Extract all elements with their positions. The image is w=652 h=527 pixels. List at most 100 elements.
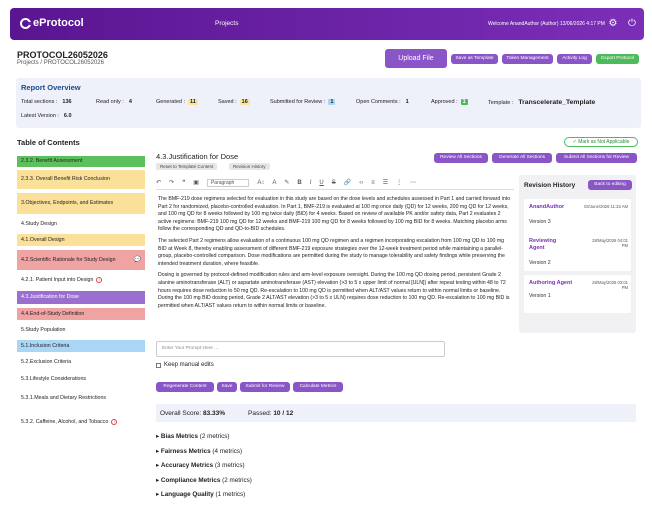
toc-item-4-1[interactable]: 4.1.Overall Design <box>17 234 145 246</box>
top-header: eProtocol Projects Welcome AnandAuthor (… <box>10 8 644 40</box>
undo-icon[interactable]: ↶ <box>156 179 161 186</box>
revision-entry[interactable]: Authoring Agent 28/May/2026 03:01 PM Ver… <box>524 275 631 313</box>
upload-file-button[interactable]: Upload File <box>385 49 447 68</box>
back-to-editing-button[interactable]: Back to editing <box>588 180 632 190</box>
link-icon[interactable]: 🔗 <box>344 179 351 186</box>
score-summary: Overall Score: 83.33% Passed: 10 / 12 <box>156 404 636 422</box>
page-title: PROTOCOL26052026 <box>17 50 108 60</box>
revision-history-panel: Revision History Back to editing AnandAu… <box>519 175 636 333</box>
passed-count: Passed: 10 / 12 <box>248 410 294 417</box>
stat-approved: Approved :1 <box>431 99 468 105</box>
stat-generated: Generated :11 <box>156 99 198 105</box>
toc-item-5-2[interactable]: 5.2.Exclusion Criteria <box>17 356 145 368</box>
toc-item-5[interactable]: 5.Study Population <box>17 324 145 336</box>
alert-icon: ! <box>111 419 118 425</box>
toc-item-5-3[interactable]: 5.3.Lifestyle Considerations <box>17 373 145 385</box>
generate-all-sections-button[interactable]: Generate All Sections <box>492 153 552 163</box>
keep-manual-edits[interactable]: Keep manual edits <box>156 362 214 368</box>
metric-group-compliance[interactable]: ▸ Compliance Metrics (2 metrics) <box>156 477 252 484</box>
code-icon[interactable]: ‹› <box>359 180 363 186</box>
section-title: 4.3.Justification for Dose <box>156 152 239 161</box>
comment-icon[interactable]: ▣ <box>193 179 199 186</box>
keep-edits-checkbox[interactable] <box>156 362 161 368</box>
stat-template: Template : Transcelerate_Template <box>488 99 596 106</box>
app-name: eProtocol <box>33 17 84 29</box>
toc-item-4-3-selected[interactable]: 4.3.Justification for Dose <box>17 291 145 304</box>
numbered-list-icon[interactable]: ⋮ <box>396 179 402 186</box>
toc-item-5-3-1[interactable]: 5.3.1.Meals and Dietary Restrictions <box>17 389 145 408</box>
toc-item-4-2[interactable]: 4.2.Scientific Rationale for Study Desig… <box>17 250 145 270</box>
toc-title: Table of Contents <box>17 138 80 147</box>
toc-item-5-3-2[interactable]: 5.3.2. Caffeine, Alcohol, and Tobacco! <box>17 412 145 432</box>
breadcrumb: Projects / PROTOCOL26052026 <box>17 60 104 66</box>
toc-item-3[interactable]: 3.Objectives, Endpoints, and Estimates <box>17 193 145 214</box>
revision-version: Version 2 <box>529 260 551 266</box>
stat-submitted-review: Submitted for Review :1 <box>270 99 336 105</box>
metric-group-fairness[interactable]: ▸ Fairness Metrics (4 metrics) <box>156 448 242 455</box>
editor-content[interactable]: The BMF-219 dose regimens selected for e… <box>158 196 512 336</box>
regenerate-content-button[interactable]: Regenerate Content <box>156 382 214 392</box>
stat-total-sections: Total sections :136 <box>21 99 72 105</box>
revision-date: 28/May/2026 04:01 PM <box>592 238 628 248</box>
paragraph-1: The BMF-219 dose regimens selected for e… <box>158 196 511 233</box>
comment-icon[interactable]: 💬 <box>134 257 141 264</box>
report-overview: Report Overview Total sections :136 Read… <box>16 78 641 128</box>
app-logo[interactable]: eProtocol <box>20 17 84 29</box>
calculate-metrics-button[interactable]: Calculate Metrics <box>293 382 343 392</box>
revision-entry[interactable]: AnandAuthor 03/June/2026 11:33 AM Versio… <box>524 199 631 237</box>
strikethrough-icon[interactable]: S <box>332 180 336 186</box>
stat-saved: Saved :16 <box>218 99 250 105</box>
overall-score: Overall Score: 83.33% <box>160 410 226 417</box>
paragraph-2: The selected Part 2 regimens allow evalu… <box>158 237 505 267</box>
logout-icon[interactable]: ⏻ <box>626 18 638 30</box>
stat-read-only: Read only :4 <box>96 99 132 105</box>
list-icon[interactable]: ☰ <box>383 179 388 186</box>
stat-latest-version: Latest Version :6.0 <box>21 113 72 119</box>
mark-not-applicable-button[interactable]: ✓ Mark as Not Applicable <box>564 137 638 147</box>
toc-item-2-3-2[interactable]: 2.3.2. Benefit Assessment <box>17 156 145 167</box>
metric-group-language[interactable]: ▸ Language Quality (1 metrics) <box>156 491 245 498</box>
toc-item-4-2-1[interactable]: 4.2.1. Patient Input into Design! <box>17 274 145 286</box>
font-color-icon[interactable]: A <box>272 180 276 186</box>
paragraph-style-select[interactable]: Paragraph <box>206 178 250 187</box>
align-icon[interactable]: ≡ <box>371 180 375 186</box>
paragraph-3: Dosing is governed by protocol-defined m… <box>158 272 510 309</box>
toc-item-2-3-3[interactable]: 2.3.3. Overall Benefit Risk Conclusion <box>17 170 145 189</box>
bold-icon[interactable]: B <box>297 180 301 186</box>
revision-history-tab[interactable]: Revision History <box>229 163 270 170</box>
revision-author: AnandAuthor <box>529 204 565 210</box>
review-all-sections-button[interactable]: Review All Sections <box>434 153 488 163</box>
metric-group-bias[interactable]: ▸ Bias Metrics (2 metrics) <box>156 433 230 440</box>
breadcrumb-current: PROTOCOL26052026 <box>43 60 104 66</box>
highlight-icon[interactable]: ✎ <box>284 179 289 186</box>
more-icon[interactable]: ⋯ <box>410 179 416 186</box>
redo-icon[interactable]: ↷ <box>169 179 174 186</box>
toc-item-5-1[interactable]: 5.1.Inclusion Criteria <box>17 340 145 352</box>
underline-icon[interactable]: U <box>319 180 323 186</box>
italic-icon[interactable]: I <box>310 180 312 186</box>
token-management-button[interactable]: Token Management <box>502 54 553 64</box>
revision-entry[interactable]: Reviewing Agent 28/May/2026 04:01 PM Ver… <box>524 233 631 271</box>
revision-author: Reviewing Agent <box>529 238 557 251</box>
toc-item-4[interactable]: 4.Study Design <box>17 218 145 230</box>
revision-version: Version 3 <box>529 219 551 225</box>
save-as-template-button[interactable]: Save as Template <box>451 54 498 64</box>
nav-projects-link[interactable]: Projects <box>215 20 238 27</box>
logo-icon <box>20 17 32 29</box>
export-protocol-button[interactable]: Export Protocol <box>596 54 639 64</box>
metric-group-accuracy[interactable]: ▸ Accuracy Metrics (3 metrics) <box>156 462 245 469</box>
save-button[interactable]: Save <box>217 382 237 392</box>
revision-author: Authoring Agent <box>529 280 573 286</box>
stat-open-comments: Open Comments :1 <box>356 99 409 105</box>
gear-icon[interactable]: ⚙ <box>607 18 619 30</box>
submit-all-sections-button[interactable]: Submit All Sections for Review <box>556 153 637 163</box>
breadcrumb-projects[interactable]: Projects <box>17 60 39 66</box>
activity-log-button[interactable]: Activity Log <box>557 54 592 64</box>
font-size-icon[interactable]: A↕ <box>257 180 264 186</box>
prompt-input[interactable]: Enter Your Prompt Here ... <box>156 341 445 357</box>
submit-for-review-button[interactable]: Submit for Review <box>240 382 290 392</box>
reset-template-button[interactable]: Reset to Template Content <box>156 163 218 170</box>
quote-icon[interactable]: ❝ <box>182 179 185 186</box>
revision-history-title: Revision History <box>524 182 576 189</box>
toc-item-4-4[interactable]: 4.4.End-of-Study Definition <box>17 308 145 320</box>
